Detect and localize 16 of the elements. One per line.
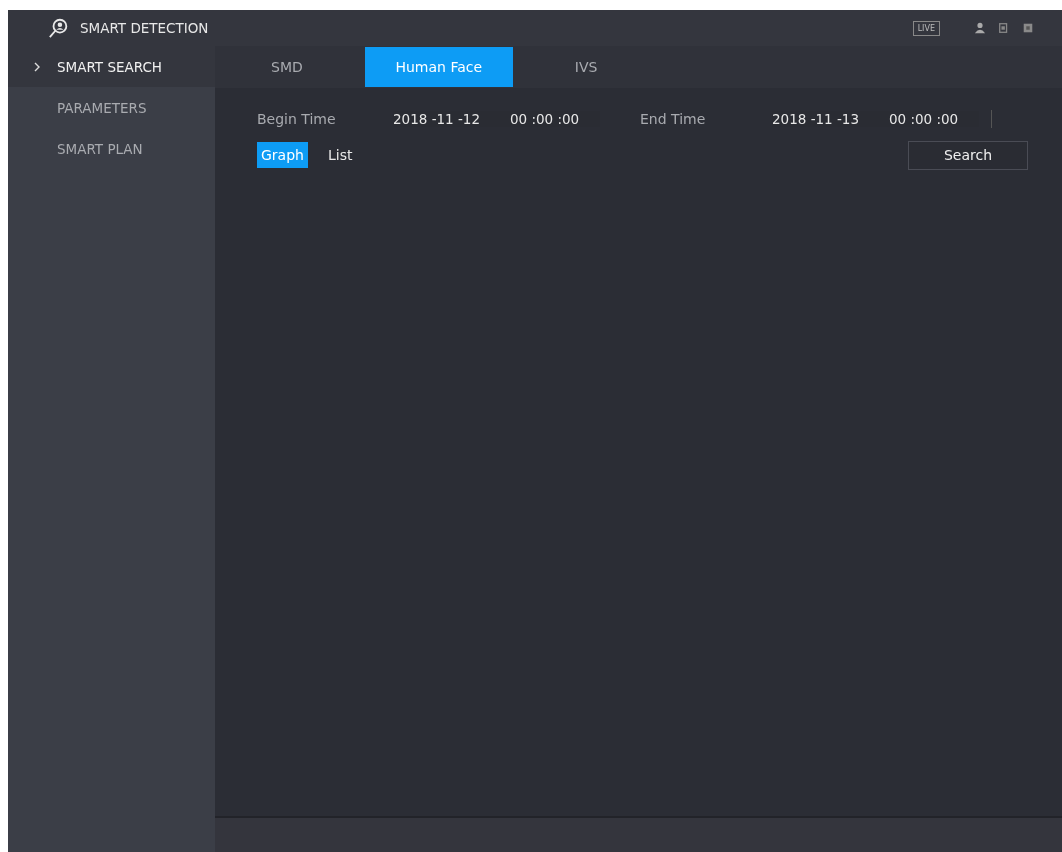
square-icon[interactable]	[1022, 22, 1034, 34]
magnifier-icon	[48, 17, 70, 39]
sidebar-item[interactable]: SMART SEARCH	[8, 46, 215, 87]
sidebar-item[interactable]: SMART PLAN	[8, 128, 215, 169]
search-button[interactable]: Search	[908, 140, 1028, 170]
tab[interactable]: IVS	[568, 47, 604, 87]
tab[interactable]: SMD	[265, 47, 309, 87]
view-mode-tab[interactable]: List	[323, 142, 357, 168]
field-label: End Time	[640, 111, 707, 127]
field-label: Begin Time	[257, 111, 337, 127]
sidebar-item[interactable]: PARAMETERS	[8, 87, 215, 128]
user-icon[interactable]	[974, 22, 986, 34]
monitor-icon[interactable]	[998, 22, 1010, 34]
page-title: SMART DETECTION	[80, 20, 209, 36]
live-button[interactable]: LIVE	[912, 20, 940, 36]
chevron-icon	[34, 61, 40, 72]
